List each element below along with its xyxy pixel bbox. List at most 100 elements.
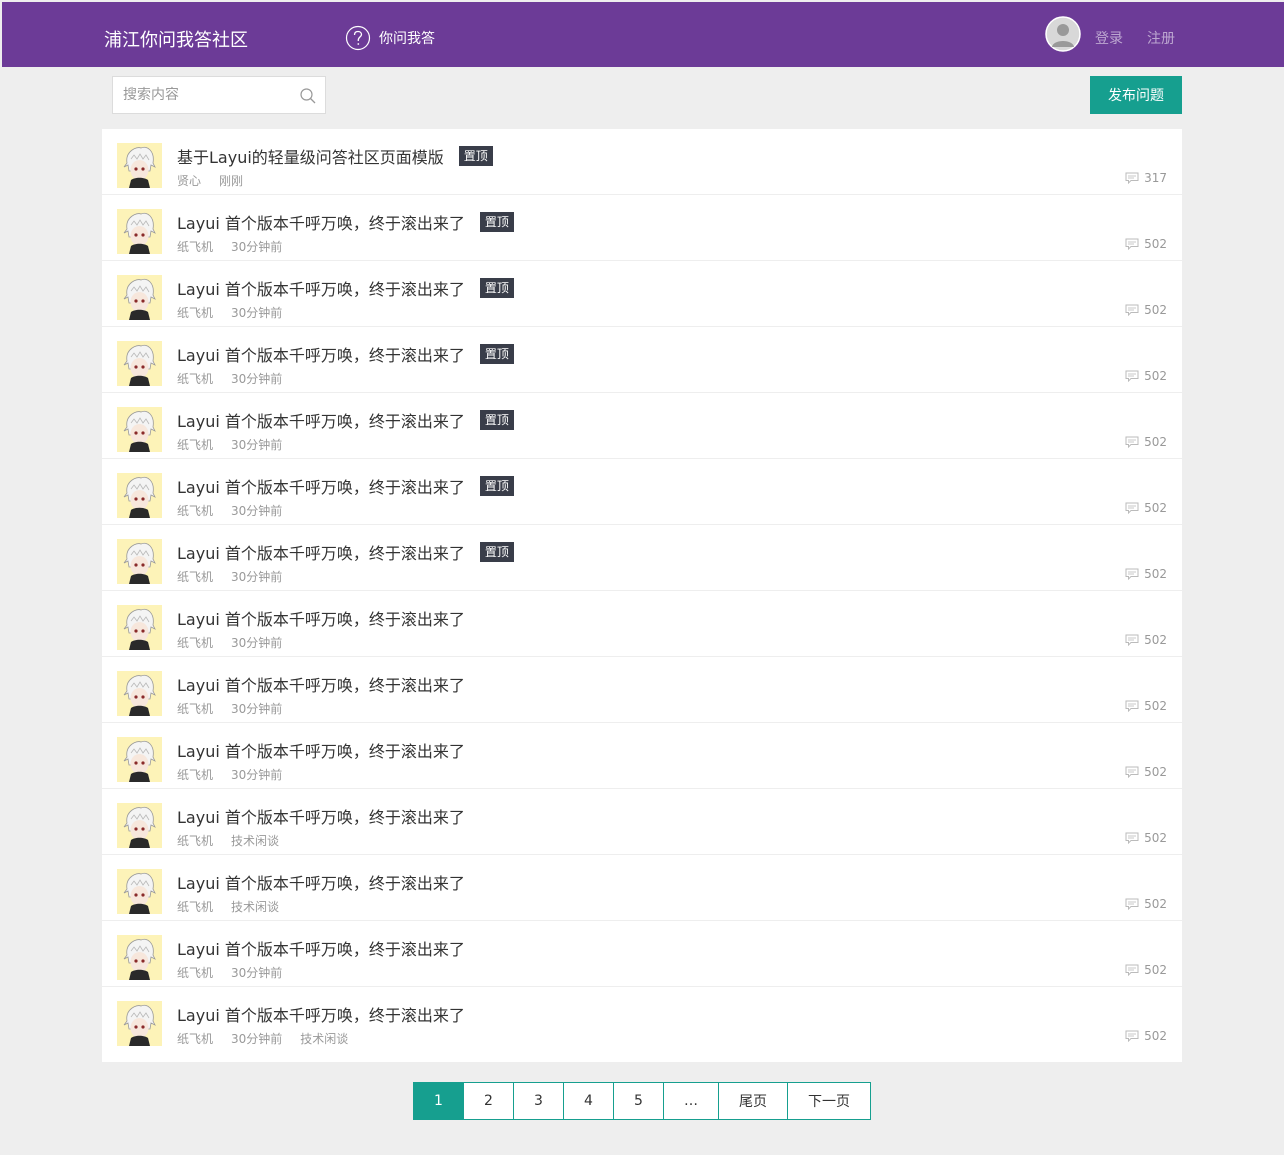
user-avatar-icon[interactable] xyxy=(1045,16,1081,52)
meta-text: 纸飞机 xyxy=(177,900,214,914)
question-title[interactable]: Layui 首个版本千呼万唤，终于滚出来了 xyxy=(177,540,465,564)
question-meta: 纸飞机 30分钟前 xyxy=(177,634,282,651)
page-link-3[interactable]: 3 xyxy=(514,1083,564,1119)
search-icon[interactable] xyxy=(299,87,317,105)
question-title[interactable]: Layui 首个版本千呼万唤，终于滚出来了 xyxy=(177,1002,465,1026)
comment-count-value: 502 xyxy=(1144,501,1167,515)
question-item[interactable]: Layui 首个版本千呼万唤，终于滚出来了 纸飞机 技术闲谈 502 xyxy=(102,789,1182,855)
publish-question-button[interactable]: 发布问题 xyxy=(1090,76,1182,114)
question-title[interactable]: Layui 首个版本千呼万唤，终于滚出来了 xyxy=(177,210,465,234)
question-item[interactable]: Layui 首个版本千呼万唤，终于滚出来了 纸飞机 30分钟前 技术闲谈 502 xyxy=(102,987,1182,1053)
author-avatar[interactable] xyxy=(117,737,162,782)
question-item[interactable]: Layui 首个版本千呼万唤，终于滚出来了 置顶 纸飞机 30分钟前 502 xyxy=(102,327,1182,393)
meta-text: 30分钟前 xyxy=(231,702,283,716)
comment-count: 502 xyxy=(1125,765,1167,779)
meta-text: 纸飞机 xyxy=(177,702,214,716)
question-item[interactable]: Layui 首个版本千呼万唤，终于滚出来了 置顶 纸飞机 30分钟前 502 xyxy=(102,525,1182,591)
question-title[interactable]: Layui 首个版本千呼万唤，终于滚出来了 xyxy=(177,936,465,960)
meta-text: 30分钟前 xyxy=(231,372,283,386)
pinned-badge: 置顶 xyxy=(479,476,514,496)
page-link-4[interactable]: 4 xyxy=(564,1083,614,1119)
question-meta: 纸飞机 30分钟前 技术闲谈 xyxy=(177,1030,348,1047)
question-item[interactable]: Layui 首个版本千呼万唤，终于滚出来了 置顶 纸飞机 30分钟前 502 xyxy=(102,459,1182,525)
author-avatar[interactable] xyxy=(117,803,162,848)
top-header: 浦江你问我答社区 你问我答 登录 注册 xyxy=(2,2,1284,67)
comment-count-value: 502 xyxy=(1144,831,1167,845)
question-title[interactable]: Layui 首个版本千呼万唤，终于滚出来了 xyxy=(177,474,465,498)
pinned-badge: 置顶 xyxy=(479,542,514,562)
question-meta: 纸飞机 30分钟前 xyxy=(177,964,282,981)
page-link-6[interactable]: … xyxy=(664,1083,719,1119)
question-title[interactable]: Layui 首个版本千呼万唤，终于滚出来了 xyxy=(177,606,465,630)
page-link-1[interactable]: 1 xyxy=(414,1083,464,1119)
author-avatar[interactable] xyxy=(117,605,162,650)
page-link-2[interactable]: 2 xyxy=(464,1083,514,1119)
comment-count-value: 317 xyxy=(1144,171,1167,185)
login-link[interactable]: 登录 xyxy=(1095,28,1123,48)
question-item[interactable]: Layui 首个版本千呼万唤，终于滚出来了 置顶 纸飞机 30分钟前 502 xyxy=(102,261,1182,327)
author-avatar[interactable] xyxy=(117,341,162,386)
comment-count: 317 xyxy=(1125,171,1167,185)
site-logo[interactable]: 浦江你问我答社区 xyxy=(104,26,248,52)
question-title[interactable]: Layui 首个版本千呼万唤，终于滚出来了 xyxy=(177,672,465,696)
meta-text: 纸飞机 xyxy=(177,636,214,650)
meta-text: 纸飞机 xyxy=(177,768,214,782)
author-avatar[interactable] xyxy=(117,473,162,518)
comment-icon xyxy=(1125,1030,1139,1042)
author-avatar[interactable] xyxy=(117,869,162,914)
question-item[interactable]: Layui 首个版本千呼万唤，终于滚出来了 纸飞机 30分钟前 502 xyxy=(102,723,1182,789)
question-meta: 纸飞机 30分钟前 xyxy=(177,370,282,387)
question-title[interactable]: Layui 首个版本千呼万唤，终于滚出来了 xyxy=(177,738,465,762)
question-item[interactable]: 基于Layui的轻量级问答社区页面模版 置顶 贤心 刚刚 317 xyxy=(102,129,1182,195)
page-link-8[interactable]: 下一页 xyxy=(788,1083,870,1119)
register-link[interactable]: 注册 xyxy=(1147,28,1175,48)
author-avatar[interactable] xyxy=(117,1001,162,1046)
comment-count: 502 xyxy=(1125,699,1167,713)
comment-count: 502 xyxy=(1125,237,1167,251)
author-avatar[interactable] xyxy=(117,407,162,452)
question-title[interactable]: Layui 首个版本千呼万唤，终于滚出来了 xyxy=(177,342,465,366)
author-avatar[interactable] xyxy=(117,539,162,584)
comment-count-value: 502 xyxy=(1144,765,1167,779)
comment-count-value: 502 xyxy=(1144,303,1167,317)
meta-text: 30分钟前 xyxy=(231,438,283,452)
comment-count: 502 xyxy=(1125,435,1167,449)
comment-count: 502 xyxy=(1125,831,1167,845)
page-link-7[interactable]: 尾页 xyxy=(719,1083,788,1119)
question-item[interactable]: Layui 首个版本千呼万唤，终于滚出来了 纸飞机 30分钟前 502 xyxy=(102,921,1182,987)
search-input[interactable] xyxy=(113,77,293,113)
author-avatar[interactable] xyxy=(117,935,162,980)
meta-text: 贤心 xyxy=(177,174,202,188)
question-meta: 纸飞机 30分钟前 xyxy=(177,238,282,255)
question-title[interactable]: Layui 首个版本千呼万唤，终于滚出来了 xyxy=(177,408,465,432)
author-avatar[interactable] xyxy=(117,209,162,254)
comment-icon xyxy=(1125,898,1139,910)
meta-text: 刚刚 xyxy=(219,174,244,188)
author-avatar[interactable] xyxy=(117,671,162,716)
question-list: 基于Layui的轻量级问答社区页面模版 置顶 贤心 刚刚 317 Layui 首个… xyxy=(102,129,1182,1062)
comment-icon xyxy=(1125,370,1139,382)
question-meta: 纸飞机 30分钟前 xyxy=(177,568,282,585)
question-item[interactable]: Layui 首个版本千呼万唤，终于滚出来了 纸飞机 30分钟前 502 xyxy=(102,657,1182,723)
question-title[interactable]: Layui 首个版本千呼万唤，终于滚出来了 xyxy=(177,870,465,894)
question-title[interactable]: 基于Layui的轻量级问答社区页面模版 xyxy=(177,144,444,168)
comment-count-value: 502 xyxy=(1144,963,1167,977)
question-item[interactable]: Layui 首个版本千呼万唤，终于滚出来了 置顶 纸飞机 30分钟前 502 xyxy=(102,195,1182,261)
question-meta: 纸飞机 30分钟前 xyxy=(177,766,282,783)
question-title[interactable]: Layui 首个版本千呼万唤，终于滚出来了 xyxy=(177,804,465,828)
comment-icon xyxy=(1125,700,1139,712)
question-item[interactable]: Layui 首个版本千呼万唤，终于滚出来了 纸飞机 30分钟前 502 xyxy=(102,591,1182,657)
meta-text: 30分钟前 xyxy=(231,636,283,650)
nav-ask-link[interactable]: 你问我答 xyxy=(345,24,435,52)
page-link-5[interactable]: 5 xyxy=(614,1083,664,1119)
meta-text: 30分钟前 xyxy=(231,1032,283,1046)
pinned-badge: 置顶 xyxy=(479,344,514,364)
question-item[interactable]: Layui 首个版本千呼万唤，终于滚出来了 纸飞机 技术闲谈 502 xyxy=(102,855,1182,921)
author-avatar[interactable] xyxy=(117,275,162,320)
pinned-badge: 置顶 xyxy=(479,410,514,430)
meta-text: 纸飞机 xyxy=(177,240,214,254)
meta-text: 30分钟前 xyxy=(231,240,283,254)
question-title[interactable]: Layui 首个版本千呼万唤，终于滚出来了 xyxy=(177,276,465,300)
question-item[interactable]: Layui 首个版本千呼万唤，终于滚出来了 置顶 纸飞机 30分钟前 502 xyxy=(102,393,1182,459)
author-avatar[interactable] xyxy=(117,143,162,188)
